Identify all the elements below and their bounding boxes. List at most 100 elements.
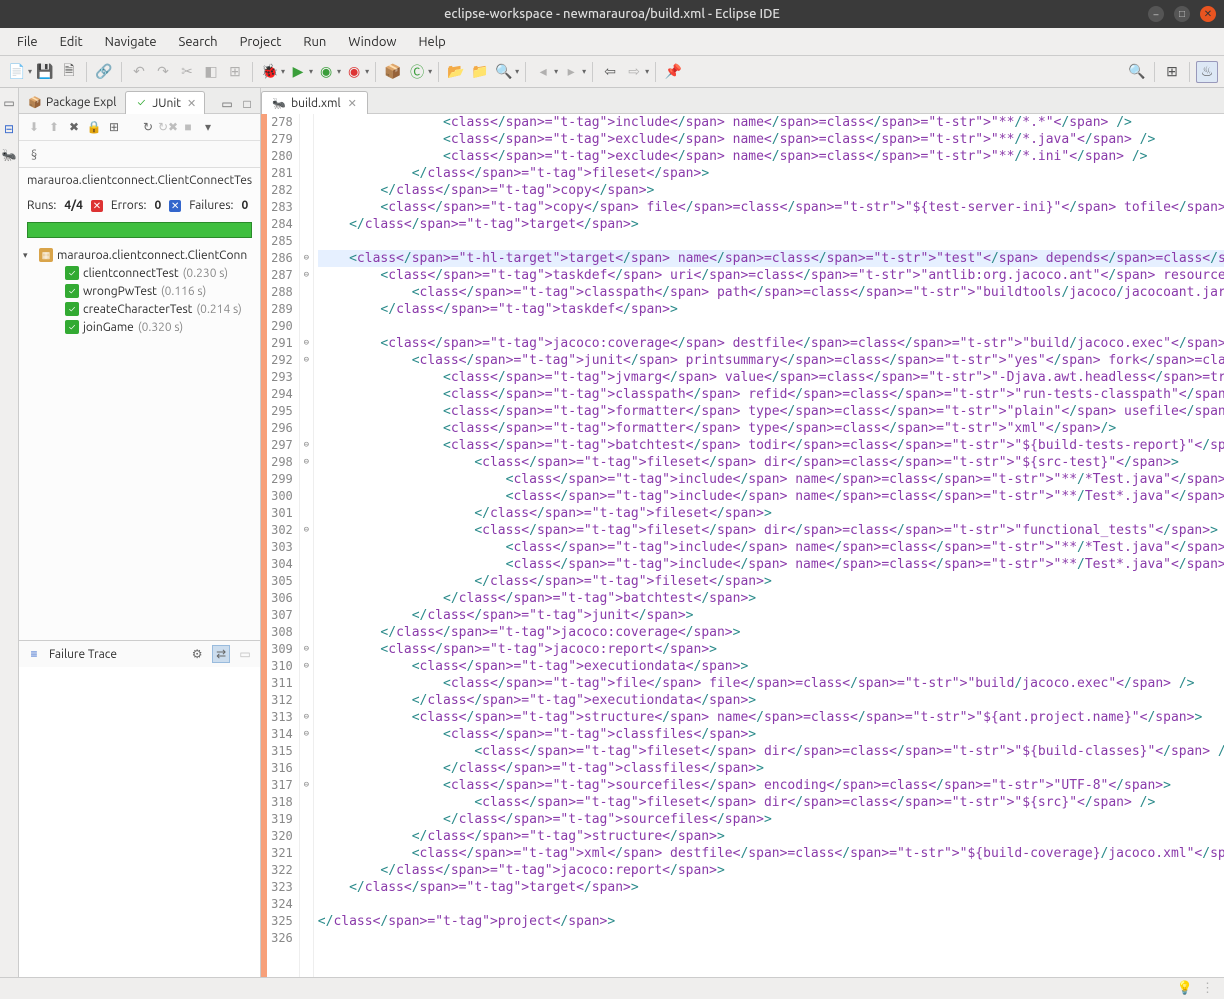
rerun-fail-icon[interactable]: ↻✖	[159, 118, 177, 136]
test-name: createCharacterTest	[83, 303, 192, 316]
runs-value: 4/4	[64, 199, 83, 212]
main-toolbar: 📄▾ 💾 🗎 🔗 ↶ ↷ ✂ ◧ ⊞ 🐞▾ ▶▾ ◉▾ ◉▾ 📦 Ⓒ▾ 📂 📁 …	[0, 56, 1224, 88]
maximize-button[interactable]: □	[1174, 6, 1190, 22]
stop-icon[interactable]: ■	[179, 118, 197, 136]
fold-gutter[interactable]: ⊖⊖⊖⊖⊖⊖⊖⊖⊖⊖⊖⊖	[300, 114, 314, 977]
cut-icon[interactable]: ✂	[176, 61, 198, 83]
history-icon[interactable]: ▾	[199, 118, 217, 136]
test-time: (0.230 s)	[183, 267, 228, 280]
test-pass-icon: ✓	[65, 302, 79, 316]
maximize-view-icon[interactable]: □	[238, 95, 256, 113]
junit-progress	[27, 222, 252, 238]
pin-icon[interactable]: §	[25, 145, 43, 163]
window-controls: – □ ✕	[1148, 6, 1216, 22]
workbench: ▭ ⊟ 🐜 📦 Package Expl ✓ JUnit ✕ ▭ □ ⬇ ⬆ ✖…	[0, 88, 1224, 977]
forward-icon[interactable]: ⇨	[623, 61, 645, 83]
run-ext-icon[interactable]: ◉	[343, 61, 365, 83]
minimize-view-icon[interactable]: ▭	[218, 95, 236, 113]
new-class-icon[interactable]: Ⓒ	[406, 61, 428, 83]
java-persp-icon[interactable]: ♨	[1196, 61, 1218, 83]
run-icon[interactable]: ▶	[287, 61, 309, 83]
tab-label: JUnit	[152, 97, 181, 110]
package-icon: 📦	[28, 95, 42, 109]
redo-icon[interactable]: ↷	[152, 61, 174, 83]
close-icon[interactable]: ✕	[187, 97, 196, 110]
expand-icon[interactable]: ⊞	[224, 61, 246, 83]
coverage-icon[interactable]: ◉	[315, 61, 337, 83]
menu-run[interactable]: Run	[294, 32, 335, 52]
menubar: FileEditNavigateSearchProjectRunWindowHe…	[0, 28, 1224, 56]
close-button[interactable]: ✕	[1200, 6, 1216, 22]
show-fail-icon[interactable]: ✖	[65, 118, 83, 136]
pin-icon[interactable]: 📌	[662, 61, 684, 83]
debug-icon[interactable]: 🐞	[259, 61, 281, 83]
minimize-button[interactable]: –	[1148, 6, 1164, 22]
menu-navigate[interactable]: Navigate	[96, 32, 166, 52]
close-icon[interactable]: ✕	[348, 97, 357, 110]
compare-icon[interactable]: ⇄	[212, 645, 230, 663]
toggle-icon[interactable]: ◧	[200, 61, 222, 83]
test-row[interactable]: ✓wrongPwTest (0.116 s)	[19, 282, 260, 300]
failures-label: Failures:	[189, 199, 233, 212]
new-icon[interactable]: 📄	[6, 61, 28, 83]
search-type-icon[interactable]: 🔍	[493, 61, 515, 83]
test-time: (0.320 s)	[138, 321, 183, 334]
chevron-down-icon[interactable]: ▾	[23, 250, 35, 261]
tree-root[interactable]: ▾ ▦ marauroa.clientconnect.ClientConn	[19, 246, 260, 264]
code-body[interactable]: <class</span>="t-tag">include</span> nam…	[314, 114, 1224, 977]
rerun-icon[interactable]: ↻	[139, 118, 157, 136]
menu-edit[interactable]: Edit	[51, 32, 92, 52]
editor-area: 🐜 build.xml ✕ ▭ □ 2782792802812822832842…	[261, 88, 1224, 977]
save-icon[interactable]: 💾	[34, 61, 56, 83]
back-icon[interactable]: ⇦	[599, 61, 621, 83]
test-row[interactable]: ✓createCharacterTest (0.214 s)	[19, 300, 260, 318]
junit-toolbar: ⬇ ⬆ ✖ 🔒 ⊞ ↻ ↻✖ ■ ▾	[19, 114, 260, 141]
test-row[interactable]: ✓joinGame (0.320 s)	[19, 318, 260, 336]
errors-value: 0	[154, 199, 161, 212]
restore-icon[interactable]: ▭	[0, 94, 18, 112]
link-icon[interactable]: 🔗	[93, 61, 115, 83]
undo-icon[interactable]: ↶	[128, 61, 150, 83]
editor-tabs: 🐜 build.xml ✕ ▭ □	[261, 88, 1224, 114]
junit-icon: ✓	[134, 96, 148, 110]
prev-ann-icon[interactable]: ◂	[532, 61, 554, 83]
outline-icon[interactable]: ⊟	[0, 120, 18, 138]
editor-content[interactable]: 2782792802812822832842852862872882892902…	[261, 114, 1224, 977]
menu-search[interactable]: Search	[170, 32, 227, 52]
menu-project[interactable]: Project	[231, 32, 291, 52]
ant-icon[interactable]: 🐜	[0, 146, 18, 164]
tab-junit[interactable]: ✓ JUnit ✕	[125, 91, 205, 114]
menu-help[interactable]: Help	[410, 32, 455, 52]
search-icon[interactable]: 🔍	[1126, 61, 1148, 83]
ant-file-icon: 🐜	[272, 96, 286, 110]
junit-tree[interactable]: ▾ ▦ marauroa.clientconnect.ClientConn ✓c…	[19, 242, 260, 340]
save-all-icon[interactable]: 🗎	[58, 61, 80, 83]
new-pkg-icon[interactable]: 📦	[382, 61, 404, 83]
next-fail-icon[interactable]: ⬇	[25, 118, 43, 136]
test-name: wrongPwTest	[83, 285, 157, 298]
tip-icon[interactable]: 💡	[1177, 981, 1193, 996]
layout-icon[interactable]: ⊞	[105, 118, 123, 136]
open-persp-icon[interactable]: ⊞	[1161, 61, 1183, 83]
junit-stats: Runs: 4/4 ✕ Errors: 0 ✕ Failures: 0	[19, 193, 260, 218]
test-row[interactable]: ✓clientconnectTest (0.230 s)	[19, 264, 260, 282]
menu-file[interactable]: File	[8, 32, 47, 52]
tree-root-label: marauroa.clientconnect.ClientConn	[57, 249, 247, 262]
next-ann-icon[interactable]: ▸	[560, 61, 582, 83]
open-type-icon[interactable]: 📂	[445, 61, 467, 83]
test-name: joinGame	[83, 321, 134, 334]
junit-toolbar-2: §	[19, 141, 260, 168]
tab-package-explorer[interactable]: 📦 Package Expl	[19, 90, 125, 113]
failure-trace-body	[19, 667, 260, 977]
filter-icon[interactable]: ⚙	[188, 645, 206, 663]
open-task-icon[interactable]: 📁	[469, 61, 491, 83]
frame-icon[interactable]: ▭	[236, 645, 254, 663]
view-tabs: 📦 Package Expl ✓ JUnit ✕ ▭ □	[19, 88, 260, 114]
titlebar: eclipse-workspace - newmarauroa/build.xm…	[0, 0, 1224, 28]
editor-tab-buildxml[interactable]: 🐜 build.xml ✕	[261, 91, 368, 114]
error-icon: ✕	[91, 200, 103, 212]
overview-icon[interactable]: ⋮	[1201, 981, 1214, 996]
scroll-lock-icon[interactable]: 🔒	[85, 118, 103, 136]
prev-fail-icon[interactable]: ⬆	[45, 118, 63, 136]
menu-window[interactable]: Window	[339, 32, 405, 52]
